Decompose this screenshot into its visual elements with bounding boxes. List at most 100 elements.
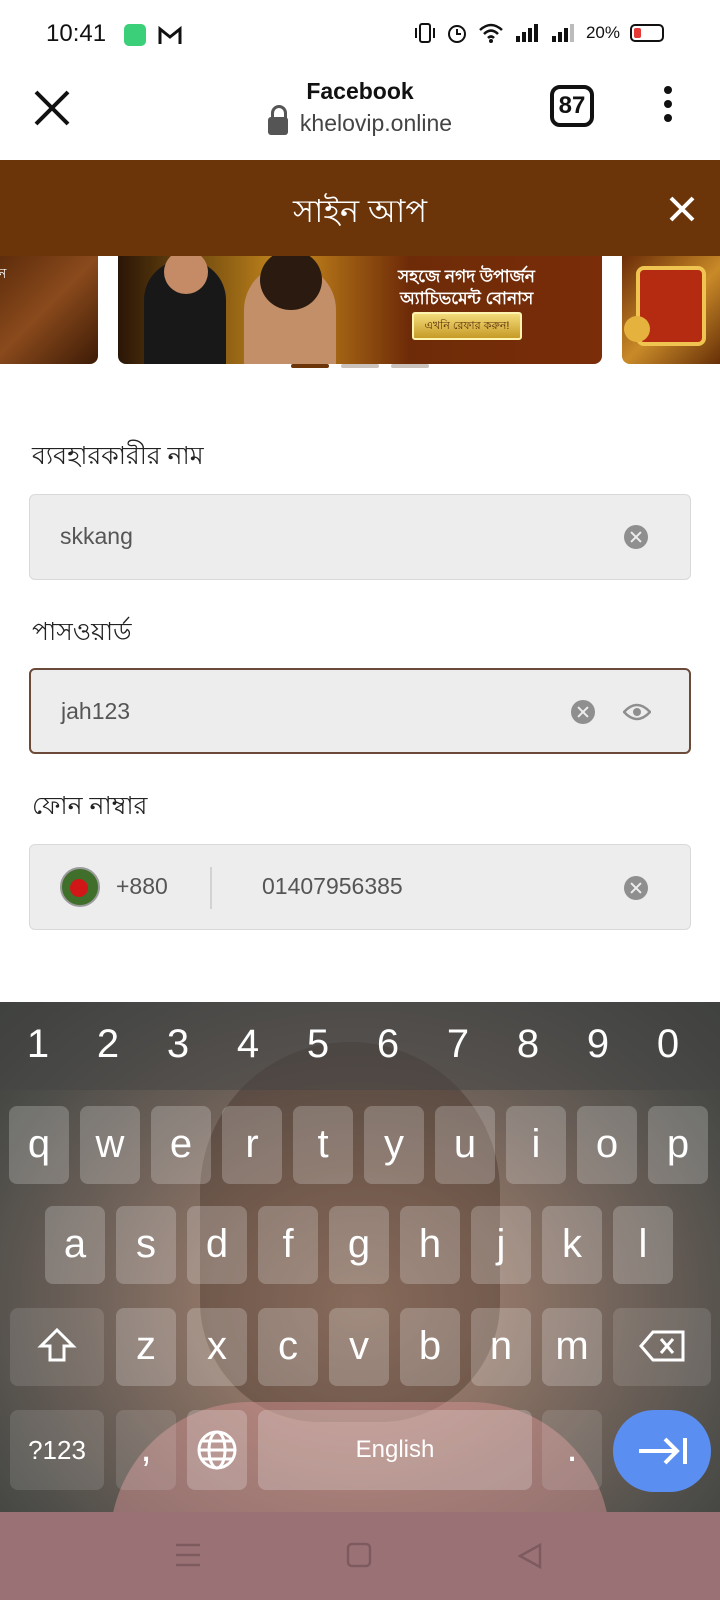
password-field[interactable]: jah123 (29, 668, 691, 754)
key-j[interactable]: j (471, 1206, 531, 1284)
backspace-key[interactable] (613, 1308, 711, 1386)
key-g[interactable]: g (329, 1206, 389, 1284)
url-bar[interactable]: khelovip.online (0, 105, 720, 137)
next-arrow-icon (639, 1437, 687, 1465)
globe-icon (197, 1430, 237, 1470)
language-key[interactable] (187, 1410, 247, 1490)
key-1[interactable]: 1 (18, 1022, 58, 1067)
close-icon[interactable] (668, 195, 696, 223)
key-z[interactable]: z (116, 1308, 176, 1386)
alarm-icon (447, 25, 466, 43)
key-x[interactable]: x (187, 1308, 247, 1386)
key-0[interactable]: 0 (648, 1022, 688, 1067)
key-p[interactable]: p (648, 1106, 708, 1184)
page-title: Facebook (306, 78, 414, 104)
banner-line2: অ্যাচিভমেন্ট বোনাস (400, 289, 534, 308)
clear-phone-icon[interactable] (624, 876, 648, 900)
key-b[interactable]: b (400, 1308, 460, 1386)
show-password-eye-icon[interactable] (623, 702, 651, 722)
soft-keyboard: 1 2 3 4 5 6 7 8 9 0 q w e r t y u i o p … (0, 1002, 720, 1512)
key-3[interactable]: 3 (158, 1022, 198, 1067)
carousel-dot[interactable] (341, 364, 379, 368)
key-d[interactable]: d (187, 1206, 247, 1284)
username-value: skkang (60, 523, 133, 549)
key-s[interactable]: s (116, 1206, 176, 1284)
key-f[interactable]: f (258, 1206, 318, 1284)
key-q[interactable]: q (9, 1106, 69, 1184)
clear-password-icon[interactable] (571, 700, 595, 724)
tab-count-button[interactable]: 87 (550, 85, 594, 127)
status-time: 10:41 (46, 20, 107, 47)
carousel-slide-active[interactable]: সহজে নগদ উপার্জন অ্যাচিভমেন্ট বোনাস এখনি… (118, 256, 602, 364)
key-v[interactable]: v (329, 1308, 389, 1386)
key-a[interactable]: a (45, 1206, 105, 1284)
username-field[interactable]: skkang (29, 494, 691, 580)
recents-menu-icon[interactable] (174, 1542, 202, 1568)
next-key[interactable] (613, 1410, 711, 1492)
key-r[interactable]: r (222, 1106, 282, 1184)
period-key[interactable]: . (542, 1410, 602, 1490)
more-menu-icon[interactable] (660, 86, 676, 130)
key-2[interactable]: 2 (88, 1022, 128, 1067)
key-o[interactable]: o (577, 1106, 637, 1184)
key-9[interactable]: 9 (578, 1022, 618, 1067)
key-w[interactable]: w (80, 1106, 140, 1184)
phone-label: ফোন নাম্বার (32, 792, 148, 820)
slide-prev-text: ন (0, 265, 7, 281)
field-divider (210, 867, 212, 909)
backspace-icon (639, 1330, 685, 1362)
signup-header: সাইন আপ (0, 160, 720, 256)
country-code[interactable]: +880 (116, 873, 168, 900)
promo-carousel[interactable]: ন সহজে নগদ উপার্জন অ্যাচিভমেন্ট বোনাস এখ… (0, 256, 720, 376)
key-5[interactable]: 5 (298, 1022, 338, 1067)
space-key[interactable]: English (258, 1410, 532, 1490)
battery-percent: 20% (585, 23, 620, 42)
key-u[interactable]: u (435, 1106, 495, 1184)
battery-icon (630, 24, 664, 42)
back-icon[interactable] (516, 1542, 544, 1570)
carousel-indicators (0, 364, 720, 370)
key-6[interactable]: 6 (368, 1022, 408, 1067)
phone-field[interactable]: +880 01407956385 (29, 844, 691, 930)
bangladesh-flag-icon[interactable] (60, 867, 100, 907)
comma-key[interactable]: , (116, 1410, 176, 1490)
key-4[interactable]: 4 (228, 1022, 268, 1067)
signal-icon-2 (551, 24, 574, 42)
key-n[interactable]: n (471, 1308, 531, 1386)
signal-icon (515, 24, 538, 42)
key-m[interactable]: m (542, 1308, 602, 1386)
system-nav-bar (0, 1512, 720, 1600)
carousel-slide-next[interactable] (622, 256, 720, 364)
key-t[interactable]: t (293, 1106, 353, 1184)
key-c[interactable]: c (258, 1308, 318, 1386)
browser-toolbar: Facebook khelovip.online 87 (0, 70, 720, 160)
carousel-slide-prev[interactable]: ন (0, 256, 98, 364)
key-h[interactable]: h (400, 1206, 460, 1284)
url-text: khelovip.online (299, 110, 453, 136)
username-label: ব্যবহারকারীর নাম (32, 442, 204, 470)
key-7[interactable]: 7 (438, 1022, 478, 1067)
phone-value: 01407956385 (262, 873, 403, 899)
key-y[interactable]: y (364, 1106, 424, 1184)
coin-image (624, 316, 650, 342)
key-l[interactable]: l (613, 1206, 673, 1284)
app-icon-green (124, 24, 146, 46)
vibrate-icon (414, 23, 435, 43)
symbols-key[interactable]: ?123 (10, 1410, 104, 1490)
carousel-dot[interactable] (391, 364, 429, 368)
screen: 10:41 20% Facebook khelovip.online 87 সা… (0, 0, 720, 1600)
password-value: jah123 (61, 698, 131, 724)
banner-refer-button[interactable]: এখনি রেফার করুন! (412, 312, 522, 340)
gmail-icon (158, 26, 182, 44)
shift-icon (37, 1327, 77, 1362)
carousel-dot[interactable] (291, 364, 329, 368)
lock-icon (267, 105, 288, 135)
status-bar: 10:41 20% (0, 0, 720, 70)
key-8[interactable]: 8 (508, 1022, 548, 1067)
shift-key[interactable] (10, 1308, 104, 1386)
clear-username-icon[interactable] (624, 525, 648, 549)
key-e[interactable]: e (151, 1106, 211, 1184)
key-k[interactable]: k (542, 1206, 602, 1284)
home-icon[interactable] (346, 1542, 372, 1568)
key-i[interactable]: i (506, 1106, 566, 1184)
